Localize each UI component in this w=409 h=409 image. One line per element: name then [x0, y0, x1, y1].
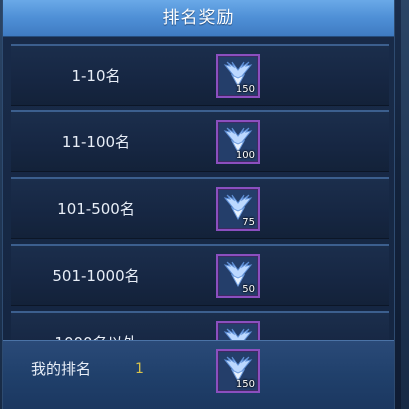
reward-tier-list[interactable]: 1-10名 150 11-100名 100 101-500名 75 501-10…	[11, 44, 389, 340]
rank-range-label: 501-1000名	[52, 267, 140, 285]
rank-range-label: 1000名以外	[11, 313, 181, 340]
reward-tier-row: 11-100名 100	[11, 110, 389, 172]
my-rank-value: 1	[135, 361, 144, 377]
wings-badge-icon	[223, 328, 253, 340]
reward-tier-row: 101-500名 75	[11, 177, 389, 239]
reward-item-slot[interactable]: 150	[216, 54, 260, 98]
reward-quantity: 50	[242, 284, 255, 295]
ranking-rewards-panel: 排名奖励 1-10名 150 11-100名 100 101-500名 75 5…	[2, 0, 395, 409]
title-bar: 排名奖励	[3, 0, 394, 37]
reward-item-slot[interactable]: 50	[216, 254, 260, 298]
reward-tier-row: 501-1000名 50	[11, 244, 389, 306]
reward-quantity: 100	[235, 150, 255, 161]
reward-tier-row: 1000名以外	[11, 311, 389, 340]
rank-range-label: 1-10名	[71, 67, 121, 85]
reward-item-slot[interactable]: 100	[216, 120, 260, 164]
reward-quantity: 150	[235, 379, 255, 390]
reward-quantity: 150	[235, 84, 255, 95]
reward-quantity: 75	[242, 217, 255, 228]
reward-item-slot[interactable]: 75	[216, 187, 260, 231]
my-reward-item-slot[interactable]: 150	[216, 349, 260, 393]
ranking-rewards-screen: 排名奖励 1-10名 150 11-100名 100 101-500名 75 5…	[0, 0, 409, 409]
panel-title: 排名奖励	[162, 8, 235, 28]
rank-range-label: 11-100名	[61, 133, 131, 151]
rank-range-label: 101-500名	[57, 200, 135, 218]
reward-tier-row: 1-10名 150	[11, 44, 389, 106]
my-rank-bar: 我的排名 1 150	[3, 340, 394, 409]
reward-item-slot[interactable]	[216, 321, 260, 340]
my-rank-label: 我的排名	[31, 360, 92, 378]
background-edge-right	[401, 0, 409, 409]
